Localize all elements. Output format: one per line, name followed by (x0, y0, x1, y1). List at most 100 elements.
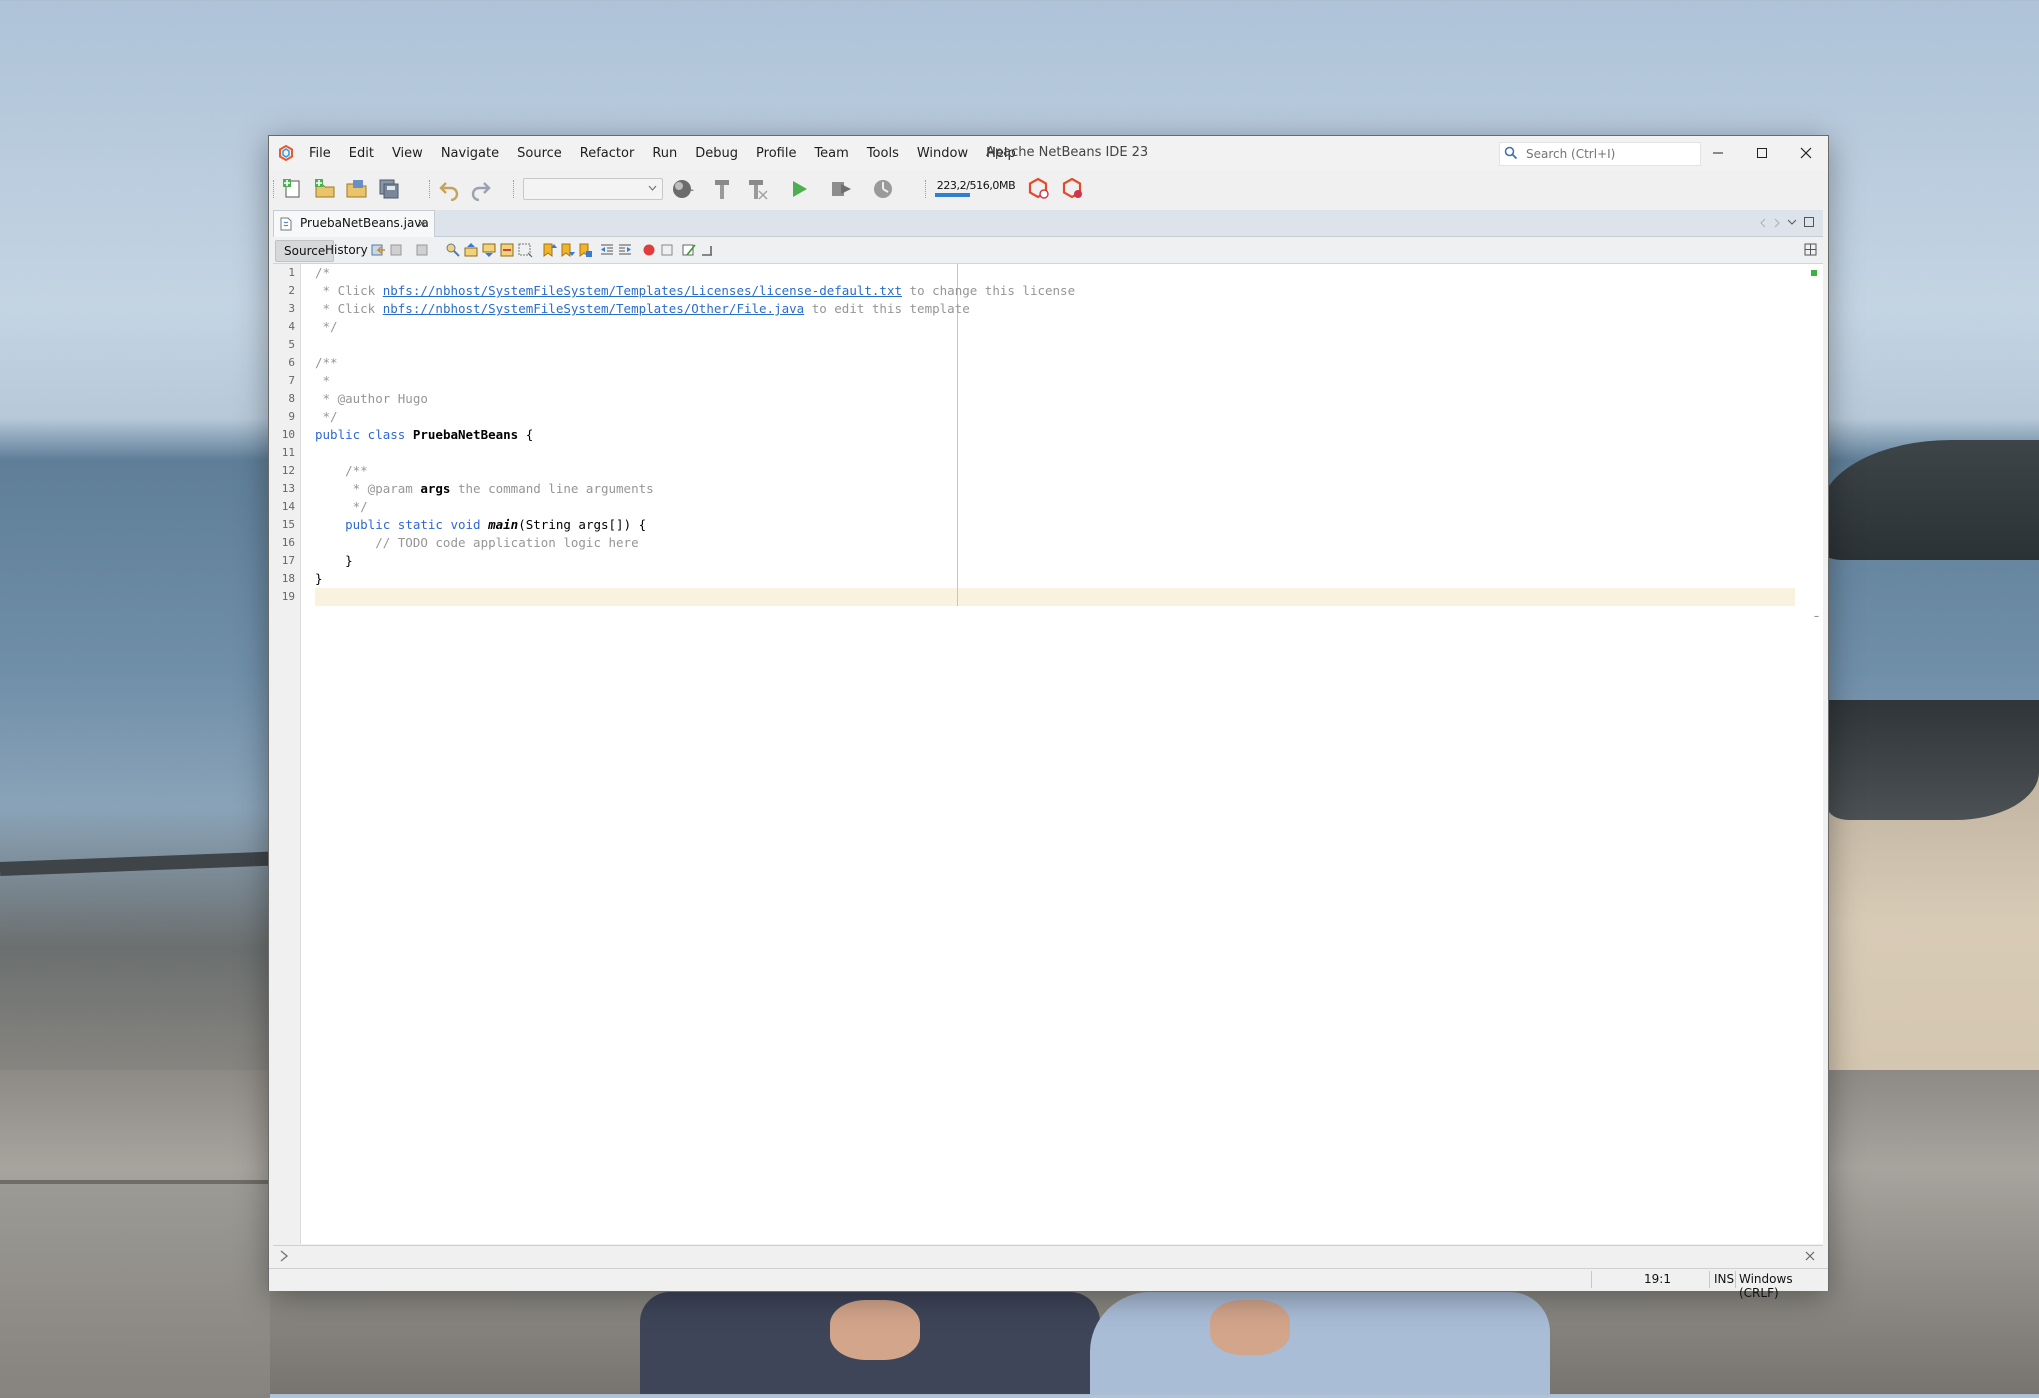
back-icon[interactable] (389, 242, 405, 258)
search-box[interactable] (1499, 142, 1701, 166)
background-rail (0, 851, 271, 876)
line-number-gutter: 1 2 3 4 5 6 7 8 9 10 11 12 13 14 15 16 1… (273, 264, 301, 1244)
code-line-15: public static void main(String args[]) { (345, 517, 647, 532)
insert-mode[interactable]: INS (1714, 1272, 1734, 1286)
title-bar: File Edit View Navigate Source Refactor … (269, 136, 1828, 170)
line-number: 19 (281, 590, 295, 603)
memory-text: 223,2/516,0MB (936, 179, 1016, 192)
code-line-12: /** (315, 463, 368, 478)
menu-debug[interactable]: Debug (695, 146, 738, 161)
memory-indicator[interactable]: 223,2/516,0MB (935, 178, 1017, 198)
tab-pruebanetbeans-java[interactable]: PruebaNetBeans.java × (273, 210, 435, 237)
split-editor-icon[interactable] (1803, 242, 1819, 258)
code-line-17: } (315, 553, 353, 568)
line-number: 1 (288, 266, 295, 279)
status-divider (1591, 1271, 1592, 1288)
line-number: 4 (288, 320, 295, 333)
redo-icon[interactable] (469, 177, 493, 201)
clean-build-icon[interactable] (745, 177, 769, 201)
tab-list-chevron-down-icon[interactable] (1787, 219, 1797, 227)
line-number: 5 (288, 338, 295, 351)
menu-navigate[interactable]: Navigate (441, 146, 499, 161)
background-wall-block (0, 1180, 270, 1398)
code-line-10: public class PruebaNetBeans { (315, 427, 534, 442)
browser-globe-icon[interactable] (671, 177, 695, 201)
tab-close-icon[interactable]: × (417, 216, 427, 230)
toolbar-separator (925, 180, 927, 198)
close-icon (1800, 147, 1812, 159)
minimize-icon (1713, 152, 1723, 154)
find-selection-icon[interactable] (445, 242, 461, 258)
find-previous-icon[interactable] (463, 242, 479, 258)
stop-macro-recording-icon[interactable] (659, 242, 675, 258)
profile-project-icon[interactable] (871, 177, 895, 201)
toggle-bookmark-icon[interactable] (577, 242, 593, 258)
toggle-rect-selection-icon[interactable] (517, 242, 533, 258)
line-number: 7 (288, 374, 295, 387)
editor-toolbar: Source History (273, 237, 1823, 264)
configuration-dropdown[interactable] (523, 178, 663, 200)
main-toolbar: 223,2/516,0MB (269, 170, 1828, 208)
save-all-icon[interactable] (377, 177, 401, 201)
previous-bookmark-icon[interactable] (541, 242, 557, 258)
profiler-snapshot-icon[interactable] (1027, 177, 1051, 201)
maximize-editor-icon[interactable] (1803, 216, 1815, 228)
netbeans-logo-icon (279, 145, 293, 161)
code-line-18: } (315, 571, 323, 586)
code-line-6: /** (315, 355, 338, 370)
no-errors-indicator[interactable] (1811, 270, 1817, 276)
minimize-button[interactable] (1696, 136, 1740, 170)
memory-usage-bar (935, 193, 971, 197)
code-line-2: * Click nbfs://nbhost/SystemFileSystem/T… (315, 283, 1076, 298)
uncomment-icon[interactable] (699, 242, 715, 258)
forward-icon[interactable] (415, 242, 431, 258)
maximize-button[interactable] (1740, 136, 1784, 170)
profiler-gc-icon[interactable] (1061, 177, 1085, 201)
current-line-highlight (315, 588, 1795, 606)
line-ending[interactable]: Windows (CRLF) (1739, 1272, 1828, 1300)
menu-refactor[interactable]: Refactor (580, 146, 635, 161)
comment-icon[interactable] (681, 242, 697, 258)
close-output-icon[interactable] (1805, 1251, 1815, 1261)
tab-scroll-left-icon[interactable] (1759, 218, 1767, 228)
caret-position-marker: – (1814, 611, 1819, 622)
chevron-right-icon[interactable] (279, 1250, 289, 1262)
find-next-icon[interactable] (481, 242, 497, 258)
menu-edit[interactable]: Edit (349, 146, 374, 161)
code-line-1: /* (315, 265, 331, 280)
open-project-icon[interactable] (345, 177, 369, 201)
new-file-icon[interactable] (281, 177, 305, 201)
menu-run[interactable]: Run (652, 146, 677, 161)
tab-scroll-right-icon[interactable] (1773, 218, 1781, 228)
menu-source[interactable]: Source (517, 146, 562, 161)
menu-file[interactable]: File (309, 146, 331, 161)
menu-window[interactable]: Window (917, 146, 968, 161)
search-input[interactable] (1524, 145, 1698, 163)
code-editor[interactable]: 1 2 3 4 5 6 7 8 9 10 11 12 13 14 15 16 1… (273, 264, 1823, 1244)
run-project-icon[interactable] (787, 177, 811, 201)
background-cliff (1820, 440, 2039, 560)
license-link[interactable]: nbfs://nbhost/SystemFileSystem/Templates… (383, 283, 902, 298)
menu-view[interactable]: View (392, 146, 423, 161)
code-line-9: */ (315, 409, 338, 424)
new-project-icon[interactable] (313, 177, 337, 201)
menu-profile[interactable]: Profile (756, 146, 796, 161)
output-bar (273, 1245, 1823, 1266)
undo-icon[interactable] (437, 177, 461, 201)
menu-team[interactable]: Team (814, 146, 848, 161)
history-view-button[interactable]: History (317, 240, 376, 260)
shift-line-left-icon[interactable] (599, 242, 615, 258)
last-edit-icon[interactable] (371, 242, 387, 258)
build-hammer-icon[interactable] (711, 177, 735, 201)
shift-line-right-icon[interactable] (617, 242, 633, 258)
code-area[interactable]: /* * Click nbfs://nbhost/SystemFileSyste… (301, 264, 1809, 1244)
code-line-7: * (315, 373, 331, 388)
template-link[interactable]: nbfs://nbhost/SystemFileSystem/Templates… (383, 301, 804, 316)
start-macro-recording-icon[interactable] (641, 242, 657, 258)
status-divider (1735, 1271, 1736, 1288)
next-bookmark-icon[interactable] (559, 242, 575, 258)
toggle-highlight-search-icon[interactable] (499, 242, 515, 258)
debug-project-icon[interactable] (829, 177, 853, 201)
close-button[interactable] (1784, 136, 1828, 170)
menu-tools[interactable]: Tools (867, 146, 899, 161)
